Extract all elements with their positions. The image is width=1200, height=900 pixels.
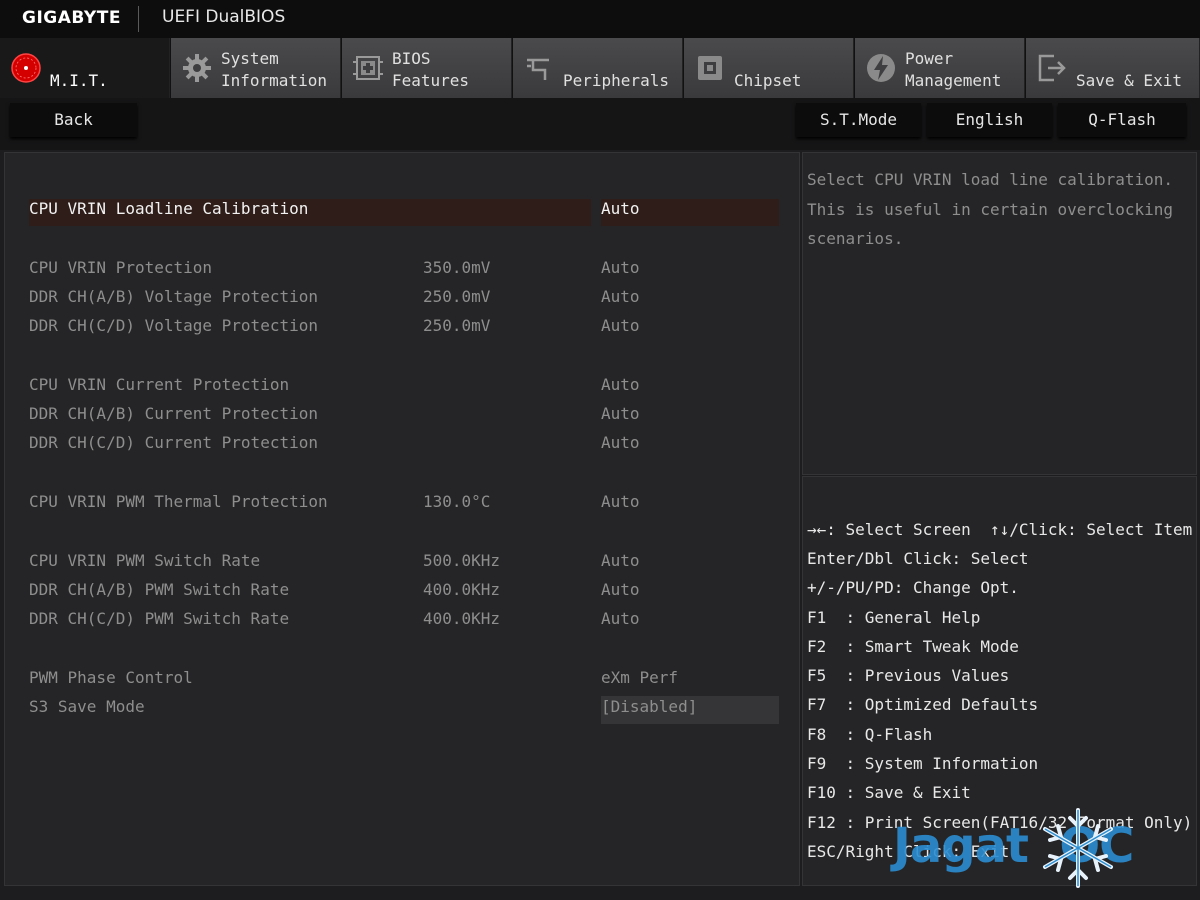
- setting-name: CPU VRIN Protection: [29, 258, 213, 277]
- setting-row-ddr-cd-pwm-switch-rate[interactable]: DDR CH(C/D) PWM Switch Rate 400.0KHz Aut…: [5, 605, 801, 633]
- setting-current-value: 400.0KHz: [423, 580, 501, 599]
- setting-name: DDR CH(A/B) Current Protection: [29, 404, 318, 423]
- key-legend-line: Enter/Dbl Click: Select: [807, 549, 1029, 568]
- setting-row-cpu-vrin-protection[interactable]: CPU VRIN Protection 350.0mV Auto: [5, 254, 801, 282]
- key-legend-line: F10 : Save & Exit: [807, 783, 971, 802]
- tab-label-line2: Features: [392, 71, 470, 90]
- setting-current-value: 500.0KHz: [423, 551, 501, 570]
- setting-option[interactable]: Auto: [601, 404, 640, 423]
- setting-option[interactable]: Auto: [601, 551, 640, 570]
- tab-bios-features[interactable]: BIOS Features: [342, 38, 512, 98]
- setting-name: DDR CH(C/D) Current Protection: [29, 433, 318, 452]
- setting-option[interactable]: Auto: [601, 316, 640, 335]
- setting-name: DDR CH(C/D) PWM Switch Rate: [29, 609, 290, 628]
- exit-door-icon: [1038, 54, 1066, 82]
- action-button-row: Back S.T.Mode English Q-Flash: [0, 98, 1200, 150]
- key-legend-line: +/-/PU/PD: Change Opt.: [807, 578, 1019, 597]
- setting-current-value: 250.0mV: [423, 316, 491, 335]
- setting-row-cpu-vrin-loadline-calibration[interactable]: CPU VRIN Loadline Calibration Auto: [5, 195, 801, 223]
- setting-row-cpu-vrin-pwm-switch-rate[interactable]: CPU VRIN PWM Switch Rate 500.0KHz Auto: [5, 547, 801, 575]
- tab-label-line1: Power: [905, 49, 954, 68]
- setting-row-s3-save-mode[interactable]: S3 Save Mode [Disabled]: [5, 693, 801, 721]
- setting-row-ddr-ab-current-protection[interactable]: DDR CH(A/B) Current Protection Auto: [5, 400, 801, 428]
- key-legend-line: F1 : General Help: [807, 608, 981, 627]
- setting-name: PWM Phase Control: [29, 668, 193, 687]
- chipset-icon: [698, 56, 722, 80]
- setting-name: DDR CH(A/B) Voltage Protection: [29, 287, 318, 306]
- setting-option[interactable]: eXm Perf: [601, 668, 678, 687]
- tab-mit[interactable]: M.I.T.: [0, 38, 170, 98]
- mit-dial-icon: [11, 53, 41, 83]
- key-legend-line: F5 : Previous Values: [807, 666, 1010, 685]
- setting-option[interactable]: Auto: [601, 609, 640, 628]
- key-legend-line: →←: Select Screen ↑↓/Click: Select Item: [807, 520, 1193, 539]
- setting-name: CPU VRIN Loadline Calibration: [29, 199, 309, 218]
- st-mode-button[interactable]: S.T.Mode: [796, 103, 921, 137]
- setting-option[interactable]: Auto: [601, 580, 640, 599]
- qflash-button[interactable]: Q-Flash: [1058, 103, 1186, 137]
- setting-row-ddr-cd-voltage-protection[interactable]: DDR CH(C/D) Voltage Protection 250.0mV A…: [5, 312, 801, 340]
- tab-label-line1: BIOS: [392, 49, 431, 68]
- tab-label: M.I.T.: [50, 71, 108, 90]
- tab-chipset[interactable]: Chipset: [684, 38, 854, 98]
- key-legend-line: F9 : System Information: [807, 754, 1039, 773]
- setting-row-ddr-ab-voltage-protection[interactable]: DDR CH(A/B) Voltage Protection 250.0mV A…: [5, 283, 801, 311]
- setting-row-pwm-phase-control[interactable]: PWM Phase Control eXm Perf: [5, 664, 801, 692]
- setting-current-value: 350.0mV: [423, 258, 491, 277]
- setting-row-ddr-ab-pwm-switch-rate[interactable]: DDR CH(A/B) PWM Switch Rate 400.0KHz Aut…: [5, 576, 801, 604]
- setting-option[interactable]: Auto: [601, 199, 640, 218]
- title-bar: GIGABYTE UEFI DualBIOS: [0, 0, 1200, 38]
- key-legend-line: F7 : Optimized Defaults: [807, 695, 1039, 714]
- tab-peripherals[interactable]: Peripherals: [513, 38, 683, 98]
- help-panel: Select CPU VRIN load line calibration. T…: [802, 152, 1197, 475]
- setting-option[interactable]: Auto: [601, 375, 640, 394]
- setting-option[interactable]: Auto: [601, 287, 640, 306]
- tab-label-line2: Management: [905, 71, 1002, 90]
- setting-name: DDR CH(A/B) PWM Switch Rate: [29, 580, 290, 599]
- bios-chip-plus-icon: [353, 56, 383, 80]
- tab-label-line1: System: [221, 49, 279, 68]
- setting-option[interactable]: Auto: [601, 492, 640, 511]
- tab-label: Peripherals: [563, 71, 669, 90]
- main-tab-bar: M.I.T. System Information BIOS Features: [0, 38, 1200, 98]
- setting-name: DDR CH(C/D) Voltage Protection: [29, 316, 318, 335]
- key-legend-line: F8 : Q-Flash: [807, 725, 933, 744]
- tab-label-line2: Information: [221, 71, 327, 90]
- tab-label: Save & Exit: [1076, 71, 1182, 90]
- brand-logo: GIGABYTE: [22, 8, 121, 28]
- title-divider: [138, 6, 139, 32]
- setting-row-ddr-cd-current-protection[interactable]: DDR CH(C/D) Current Protection Auto: [5, 429, 801, 457]
- plug-icon: [527, 58, 549, 80]
- setting-name: S3 Save Mode: [29, 697, 145, 716]
- tab-save-exit[interactable]: Save & Exit: [1026, 38, 1200, 98]
- key-legend-line: F2 : Smart Tweak Mode: [807, 637, 1019, 656]
- setting-name: CPU VRIN Current Protection: [29, 375, 290, 394]
- tab-label: Chipset: [734, 71, 802, 90]
- setting-row-cpu-vrin-current-protection[interactable]: CPU VRIN Current Protection Auto: [5, 371, 801, 399]
- back-button[interactable]: Back: [10, 103, 137, 137]
- power-bolt-icon: [867, 54, 895, 82]
- bios-product-name: UEFI DualBIOS: [162, 7, 286, 27]
- setting-current-value: 250.0mV: [423, 287, 491, 306]
- tab-system-information[interactable]: System Information: [171, 38, 341, 98]
- setting-current-value: 400.0KHz: [423, 609, 501, 628]
- setting-row-cpu-vrin-pwm-thermal-protection[interactable]: CPU VRIN PWM Thermal Protection 130.0°C …: [5, 488, 801, 516]
- setting-name: CPU VRIN PWM Thermal Protection: [29, 492, 328, 511]
- setting-current-value: 130.0°C: [423, 492, 491, 511]
- help-description: Select CPU VRIN load line calibration. T…: [807, 170, 1174, 248]
- settings-panel: CPU VRIN Loadline Calibration Auto CPU V…: [4, 152, 800, 886]
- setting-option[interactable]: Auto: [601, 258, 640, 277]
- setting-option[interactable]: Auto: [601, 433, 640, 452]
- language-button[interactable]: English: [927, 103, 1052, 137]
- snowflake-icon: [1043, 808, 1113, 888]
- setting-name: CPU VRIN PWM Switch Rate: [29, 551, 261, 570]
- gear-icon: [183, 54, 211, 82]
- setting-option[interactable]: [Disabled]: [601, 697, 697, 716]
- tab-power-management[interactable]: Power Management: [855, 38, 1025, 98]
